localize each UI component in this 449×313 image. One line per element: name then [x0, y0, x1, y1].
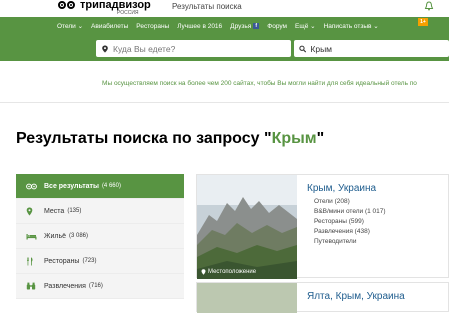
result-photo[interactable]: Местоположение: [197, 175, 297, 279]
sub-link-attractions[interactable]: Развлечения (438): [314, 227, 386, 237]
result-title[interactable]: Крым, Украина: [307, 183, 376, 194]
nav-restaurants[interactable]: Рестораны: [136, 23, 169, 30]
tripadvisor-logo[interactable]: трипадвизор: [58, 0, 151, 11]
location-tag-label: Местоположение: [208, 269, 257, 275]
filter-count: (3 086): [69, 233, 89, 239]
filter-count: (723): [82, 258, 97, 264]
result-card[interactable]: Местоположение Крым, Украина Отели (208)…: [196, 174, 449, 279]
owl-logo-icon: [58, 0, 78, 10]
query-input[interactable]: [310, 43, 449, 54]
breadcrumb[interactable]: Результаты поиска: [172, 2, 242, 11]
filter-label: Рестораны: [44, 257, 80, 265]
filter-label: Все результаты: [44, 182, 99, 190]
meta-search-notice: Мы осуществляем поиск на более чем 200 с…: [102, 80, 417, 87]
map-pin-icon: [201, 269, 206, 275]
facebook-icon: f: [253, 23, 260, 29]
sub-link-bnb[interactable]: B&B/мини отели (1 017): [314, 207, 386, 217]
sub-link-restaurants[interactable]: Рестораны (599): [314, 217, 386, 227]
binoculars-icon: [26, 282, 44, 290]
results-filter-sidebar: Все результаты (4 660) Места (135) Жильё…: [16, 174, 184, 299]
sub-link-guides[interactable]: Путеводители: [314, 237, 386, 247]
mountain-photo: [197, 175, 297, 279]
filter-all-results[interactable]: Все результаты (4 660): [16, 174, 184, 199]
nav-friends-label: Друзья: [230, 22, 252, 30]
where-search-box[interactable]: [96, 40, 291, 57]
owl-icon: [26, 183, 44, 190]
nav-friends[interactable]: Друзья f: [230, 22, 260, 30]
nav-forum[interactable]: Форум: [267, 23, 287, 30]
nav-more[interactable]: Ещё ⌄: [295, 22, 316, 30]
result-card[interactable]: Ялта, Крым, Украина: [196, 282, 449, 313]
filter-count: (4 660): [101, 183, 121, 189]
where-input[interactable]: [113, 43, 263, 54]
sub-link-hotels[interactable]: Отели (208): [314, 197, 386, 207]
fork-knife-icon: [26, 257, 44, 266]
nav-flights[interactable]: Авиабилеты: [91, 23, 128, 30]
page-title: Результаты поиска по запросу "Крым": [16, 130, 324, 148]
main-nav: Отели ⌄ Авиабилеты Рестораны Лучшее в 20…: [0, 17, 449, 35]
page-title-query: Крым: [271, 130, 317, 147]
query-search-box[interactable]: [294, 40, 449, 57]
notification-badge: 1+: [418, 18, 428, 26]
nav-write-review[interactable]: Написать отзыв ⌄: [324, 22, 379, 30]
result-photo[interactable]: [197, 283, 297, 313]
divider: [0, 102, 449, 103]
location-tag: Местоположение: [201, 269, 256, 275]
map-pin-icon: [26, 207, 44, 216]
result-sub-links: Отели (208) B&B/мини отели (1 017) Ресто…: [314, 197, 386, 247]
bell-icon[interactable]: [424, 1, 434, 11]
bed-icon: [26, 233, 44, 240]
nav-best-2016[interactable]: Лучшее в 2016: [177, 23, 222, 30]
filter-places[interactable]: Места (135): [16, 199, 184, 224]
page-title-suffix: ": [316, 130, 325, 147]
filter-count: (135): [67, 208, 82, 214]
filter-count: (716): [88, 283, 103, 289]
search-icon: [299, 45, 307, 52]
filter-label: Жильё: [44, 232, 66, 240]
filter-label: Развлечения: [44, 282, 86, 290]
logo-subtitle: РОССИЯ: [117, 10, 139, 16]
filter-label: Места: [44, 207, 65, 215]
logo-text: трипадвизор: [80, 0, 151, 11]
result-title[interactable]: Ялта, Крым, Украина: [307, 291, 405, 302]
map-pin-icon: [102, 45, 108, 52]
filter-attractions[interactable]: Развлечения (716): [16, 274, 184, 299]
page-title-prefix: Результаты поиска по запросу ": [16, 130, 272, 147]
filter-restaurants[interactable]: Рестораны (723): [16, 249, 184, 274]
filter-lodging[interactable]: Жильё (3 086): [16, 224, 184, 249]
nav-hotels[interactable]: Отели ⌄: [57, 22, 83, 30]
